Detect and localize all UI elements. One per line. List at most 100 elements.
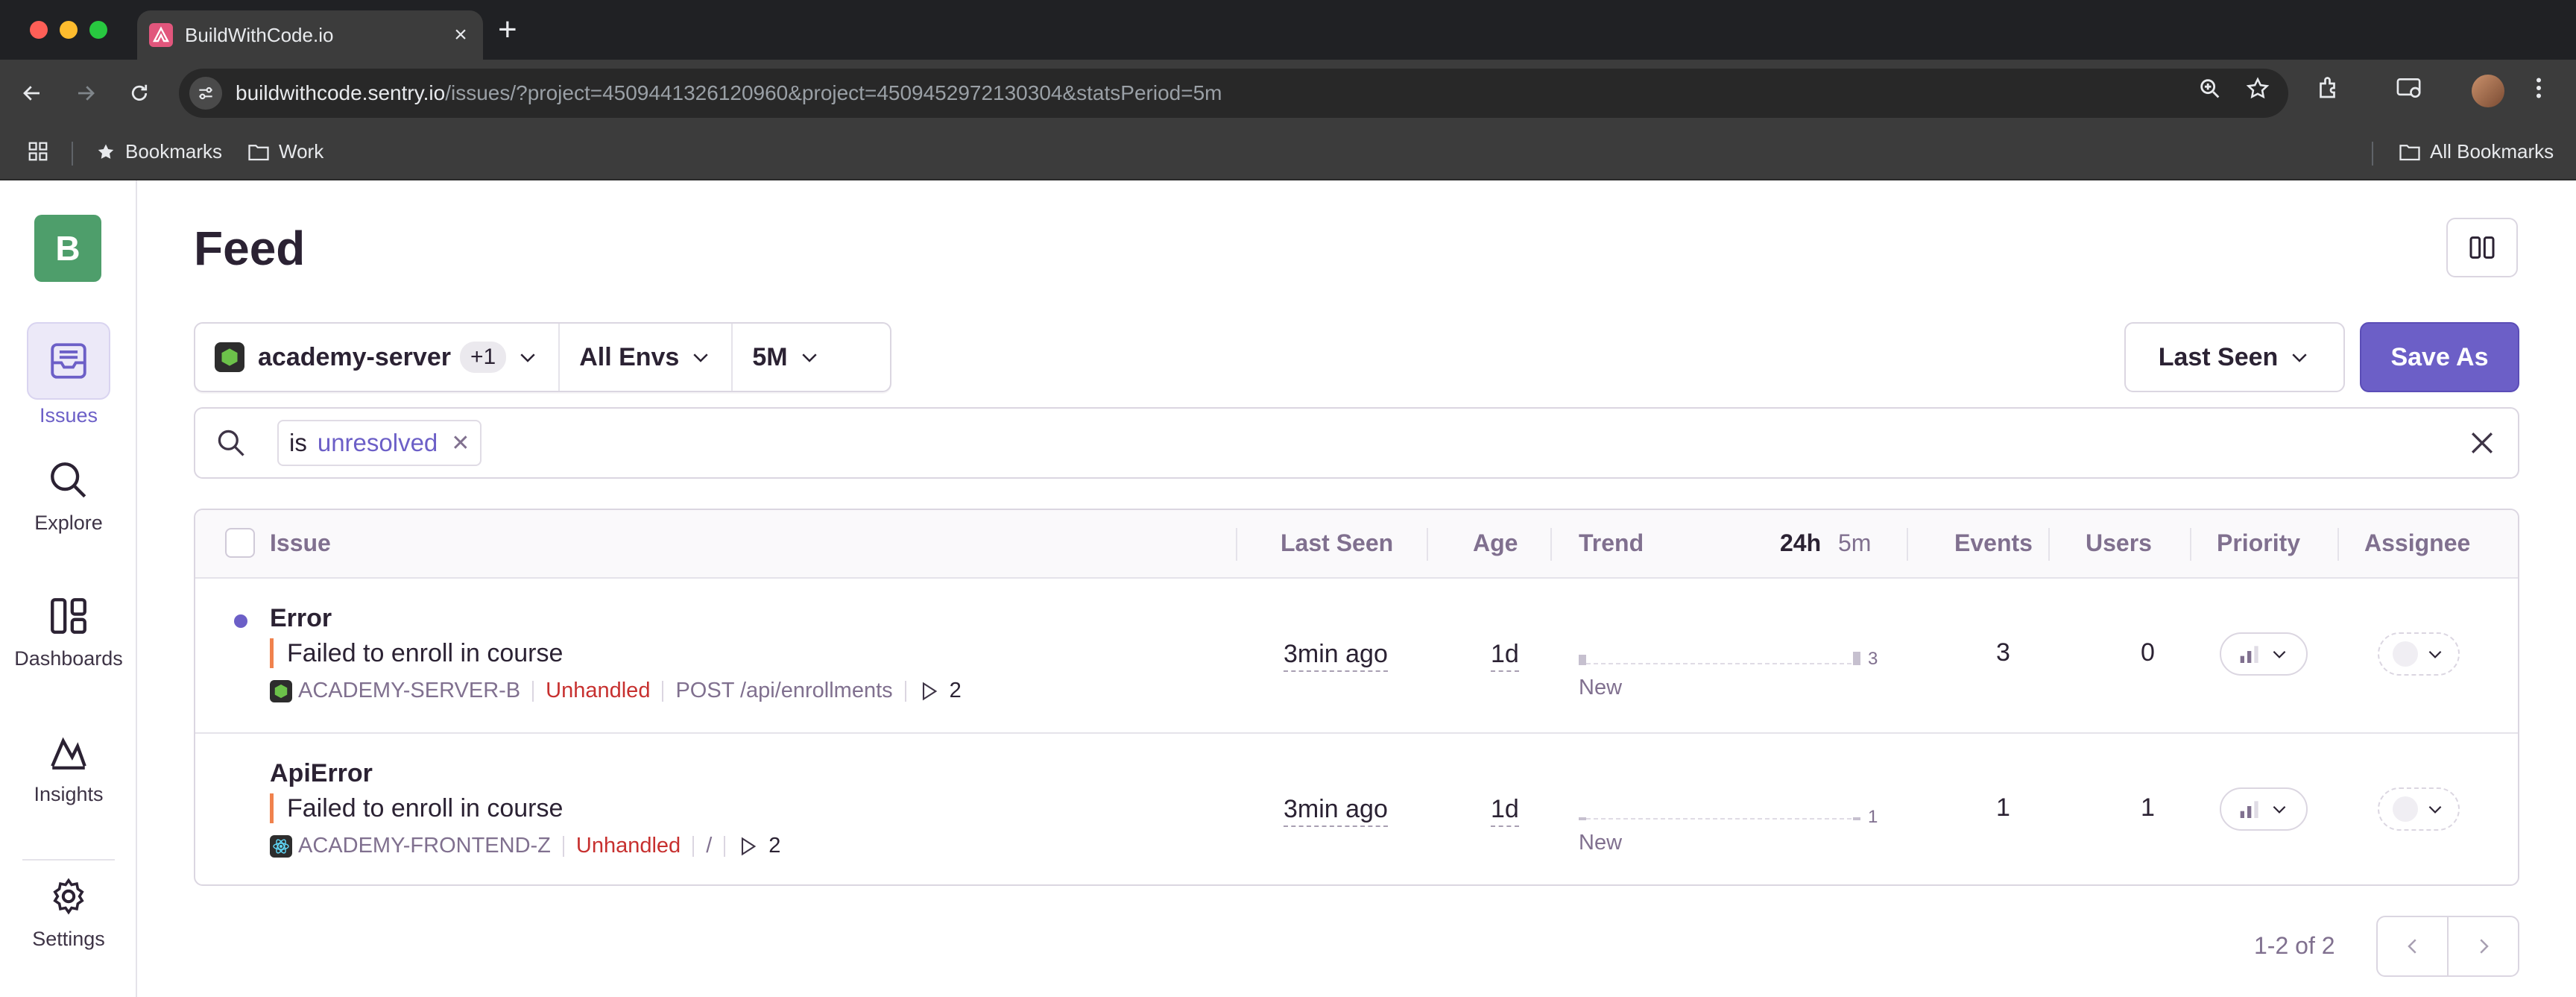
new-tab-button[interactable]: +	[498, 12, 517, 48]
sidebar-item-insights[interactable]: Insights	[0, 725, 137, 806]
sort-dropdown[interactable]: Last Seen	[2124, 322, 2345, 392]
sidebar-item-dashboards[interactable]: Dashboards	[0, 589, 137, 670]
table-row[interactable]: Error Failed to enroll in course ACADEMY…	[195, 579, 2518, 732]
header-priority[interactable]: Priority	[2217, 529, 2300, 557]
meta-divider	[724, 835, 726, 857]
back-icon[interactable]	[15, 76, 49, 110]
search-token-value: unresolved	[317, 429, 438, 456]
header-trend[interactable]: Trend	[1579, 529, 1644, 557]
header-users[interactable]: Users	[2086, 529, 2152, 557]
chevron-down-icon	[520, 353, 535, 362]
media-icon[interactable]	[2396, 75, 2424, 101]
project-filter[interactable]: academy-server +1	[195, 324, 558, 391]
issue-title[interactable]: ApiError	[270, 759, 373, 788]
issue-short-id[interactable]: ACADEMY-SERVER-B	[298, 679, 520, 703]
sidebar-item-label: Dashboards	[14, 647, 123, 670]
bookmark-divider	[2372, 142, 2373, 166]
url-host: buildwithcode.sentry.io	[236, 81, 446, 104]
chevron-down-icon	[801, 353, 817, 362]
pagination-controls	[2376, 916, 2519, 977]
bookmark-label: Bookmarks	[125, 140, 223, 163]
clear-search-icon[interactable]	[2466, 427, 2498, 459]
all-bookmarks-label: All Bookmarks	[2430, 140, 2554, 163]
previous-page-button[interactable]	[2378, 917, 2447, 975]
unassigned-avatar	[2393, 796, 2418, 822]
age-value[interactable]: 1d	[1491, 795, 1519, 827]
tab-close-icon[interactable]: ×	[446, 22, 476, 48]
trend-period-24h[interactable]: 24h	[1780, 529, 1821, 557]
sidebar-divider	[22, 859, 115, 861]
reload-icon[interactable]	[122, 76, 157, 110]
header-last-seen[interactable]: Last Seen	[1281, 529, 1393, 557]
issue-search-bar[interactable]: is unresolved ✕	[194, 407, 2519, 479]
assignee-dropdown[interactable]	[2378, 632, 2460, 676]
issue-culprit: /	[706, 834, 713, 858]
next-page-button[interactable]	[2447, 917, 2518, 975]
bookmark-bookmarks[interactable]: Bookmarks	[95, 140, 222, 163]
header-age[interactable]: Age	[1473, 529, 1518, 557]
header-events[interactable]: Events	[1954, 529, 2033, 557]
users-count: 1	[2141, 793, 2155, 822]
meta-divider	[692, 835, 695, 857]
meta-divider	[662, 680, 664, 702]
issue-title[interactable]: Error	[270, 604, 332, 633]
dashboards-icon	[27, 589, 110, 643]
address-bar[interactable]: buildwithcode.sentry.io/issues/?project=…	[179, 69, 2288, 118]
search-token[interactable]: is unresolved ✕	[277, 420, 482, 466]
remove-token-icon[interactable]: ✕	[451, 430, 470, 456]
profile-avatar[interactable]	[2472, 75, 2504, 107]
table-row[interactable]: ApiError Failed to enroll in course ACAD…	[195, 732, 2518, 884]
select-all-checkbox[interactable]	[225, 528, 255, 558]
header-issue[interactable]: Issue	[270, 529, 331, 557]
trend-period-5m[interactable]: 5m	[1838, 529, 1871, 557]
folder-icon	[2399, 144, 2420, 160]
bookmark-star-icon[interactable]	[2245, 76, 2270, 101]
meta-divider	[904, 680, 906, 702]
org-avatar[interactable]: B	[34, 215, 101, 282]
insights-icon	[27, 725, 110, 779]
table-header: Issue Last Seen Age Trend 24h 5m Events …	[195, 510, 2518, 579]
all-bookmarks-button[interactable]: All Bookmarks	[2399, 140, 2554, 163]
priority-dropdown[interactable]	[2220, 787, 2308, 831]
replay-count[interactable]: 2	[918, 679, 962, 703]
browser-tab[interactable]: BuildWithCode.io ×	[137, 10, 483, 60]
age-value[interactable]: 1d	[1491, 640, 1519, 672]
header-assignee[interactable]: Assignee	[2364, 529, 2470, 557]
forward-icon[interactable]	[69, 76, 103, 110]
window-minimize-button[interactable]	[60, 21, 78, 39]
browser-toolbar: buildwithcode.sentry.io/issues/?project=…	[0, 60, 2576, 127]
replay-count-value: 2	[949, 679, 962, 702]
trend-sparkline	[1579, 817, 1862, 820]
unassigned-avatar	[2393, 641, 2418, 667]
sidebar-item-settings[interactable]: Settings	[0, 869, 137, 951]
zoom-icon[interactable]	[2197, 76, 2223, 101]
priority-dropdown[interactable]	[2220, 632, 2308, 676]
sidebar-item-label: Insights	[34, 783, 104, 805]
browser-menu-icon[interactable]	[2531, 75, 2546, 101]
folder-icon	[248, 144, 269, 160]
chevron-down-icon	[2273, 650, 2286, 658]
replay-count[interactable]: 2	[737, 834, 780, 858]
last-seen-value[interactable]: 3min ago	[1284, 640, 1388, 672]
sidebar-item-explore[interactable]: Explore	[0, 453, 137, 535]
save-as-button[interactable]: Save As	[2360, 322, 2519, 392]
layout-toggle-button[interactable]	[2446, 218, 2518, 277]
search-token-key: is	[289, 429, 307, 456]
apps-grid-icon[interactable]	[27, 140, 58, 163]
date-range-filter[interactable]: 5M	[731, 324, 839, 391]
play-icon	[922, 682, 937, 700]
events-count: 1	[1996, 793, 2010, 822]
column-divider	[1427, 528, 1428, 561]
environment-filter[interactable]: All Envs	[558, 324, 731, 391]
window-zoom-button[interactable]	[89, 21, 107, 39]
bookmark-work[interactable]: Work	[247, 140, 323, 163]
sidebar-item-issues[interactable]: Issues	[0, 322, 137, 427]
last-seen-value[interactable]: 3min ago	[1284, 795, 1388, 827]
chevron-down-icon	[2292, 353, 2307, 362]
extensions-icon[interactable]	[2315, 75, 2342, 101]
window-close-button[interactable]	[30, 21, 48, 39]
column-divider	[2337, 528, 2339, 561]
assignee-dropdown[interactable]	[2378, 787, 2460, 831]
issue-short-id[interactable]: ACADEMY-FRONTEND-Z	[298, 834, 551, 858]
site-info-icon[interactable]	[189, 77, 222, 110]
